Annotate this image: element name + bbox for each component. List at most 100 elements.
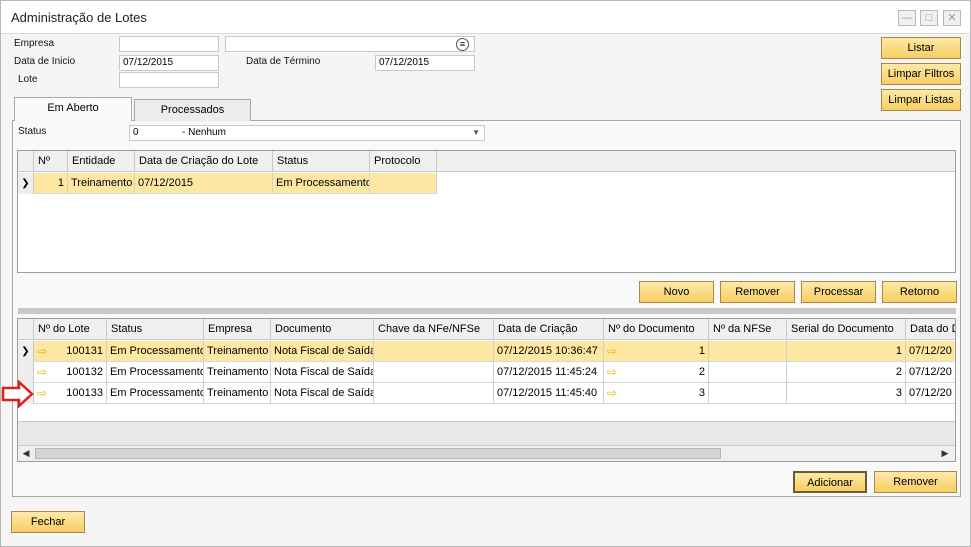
col-empresa[interactable]: Empresa [204,319,271,340]
tab-em-aberto[interactable]: Em Aberto [14,97,132,121]
cell-numero: 1 [34,173,68,194]
col-documento[interactable]: Documento [271,319,374,340]
data-inicio-label: Data de Inicio [14,56,76,67]
link-arrow-icon[interactable]: ⇨ [607,365,617,379]
status-select[interactable]: 0 - Nenhum ▼ [129,125,485,141]
remover-documento-button[interactable]: Remover [874,471,957,493]
scroll-right-icon[interactable]: ▶ [939,447,951,460]
cell-value: 2 [698,366,705,378]
col-data-criacao[interactable]: Data de Criação [494,319,604,340]
col-serial-documento[interactable]: Serial do Documento [787,319,906,340]
cell-numero-nfse [709,362,787,383]
cell-empresa: Treinamento [204,341,271,362]
remover-lote-button[interactable]: Remover [720,281,795,303]
documentos-grid: Nº do Lote Status Empresa Documento Chav… [17,318,956,462]
table-row[interactable]: ⇨ 100133 Em Processamento Treinamento Not… [18,383,955,404]
cell-numero-lote: ⇨ 100132 [34,362,107,383]
tab-processados[interactable]: Processados [134,99,251,121]
cell-value: 100132 [66,366,103,378]
list-icon[interactable]: ≡ [456,38,469,51]
col-numero-lote[interactable]: Nº do Lote [34,319,107,340]
status-label: Status [18,126,47,137]
link-arrow-icon[interactable]: ⇨ [37,365,47,379]
row-selector-icon[interactable]: ❯ [18,341,34,362]
cell-chave-nfe [374,362,494,383]
red-pointer-arrow-icon [1,380,34,408]
table-row[interactable]: ⇨ 100132 Em Processamento Treinamento Not… [18,362,955,383]
col-status[interactable]: Status [107,319,204,340]
cell-serial-documento: 1 [787,341,906,362]
cell-status: Em Processamento [107,362,204,383]
col-entidade[interactable]: Entidade [68,151,135,172]
maximize-button[interactable]: □ [920,10,938,26]
cell-numero-documento: ⇨ 3 [604,383,709,404]
cell-numero-lote: ⇨ 100133 [34,383,107,404]
chevron-down-icon: ▼ [472,128,480,137]
link-arrow-icon[interactable]: ⇨ [607,386,617,400]
link-arrow-icon[interactable]: ⇨ [37,344,47,358]
row-header-corner [18,151,34,172]
empresa-name-field[interactable] [225,36,475,52]
close-button[interactable]: ✕ [943,10,961,26]
minimize-button[interactable]: — [898,10,916,26]
col-protocolo[interactable]: Protocolo [370,151,437,172]
adicionar-button[interactable]: Adicionar [793,471,867,493]
col-chave-nfe[interactable]: Chave da NFe/NFSe [374,319,494,340]
scroll-left-icon[interactable]: ◀ [20,447,32,460]
cell-documento: Nota Fiscal de Saída [271,383,374,404]
batch-admin-window: Administração de Lotes — □ ✕ Empresa ≡ D… [0,0,971,547]
col-data-documento[interactable]: Data do D [906,319,955,340]
grid-empty-area [18,421,955,445]
cell-documento: Nota Fiscal de Saída [271,362,374,383]
data-termino-label: Data de Término [246,56,321,67]
cell-value: 3 [698,387,705,399]
limpar-listas-button[interactable]: Limpar Listas [881,89,961,111]
cell-data-documento: 07/12/20 [906,341,955,362]
cell-numero-nfse [709,341,787,362]
cell-data-criacao: 07/12/2015 [135,173,273,194]
table-row[interactable]: ❯ 1 Treinamento 07/12/2015 Em Processame… [18,173,437,194]
link-arrow-icon[interactable]: ⇨ [607,344,617,358]
lotes-grid-header: Nº Entidade Data de Criação do Lote Stat… [18,151,955,172]
link-arrow-icon[interactable]: ⇨ [37,386,47,400]
col-data-criacao-lote[interactable]: Data de Criação do Lote [135,151,273,172]
col-numero[interactable]: Nº [34,151,68,172]
cell-numero-documento: ⇨ 1 [604,341,709,362]
cell-numero-documento: ⇨ 2 [604,362,709,383]
cell-numero-lote: ⇨ 100131 [34,341,107,362]
scroll-thumb[interactable] [35,448,721,459]
horizontal-scrollbar[interactable]: ◀ ▶ [18,445,955,461]
status-code: 0 [133,127,139,138]
cell-data-criacao: 07/12/2015 11:45:24 [494,362,604,383]
status-text: - Nenhum [182,127,226,138]
retorno-button[interactable]: Retorno [882,281,957,303]
table-row[interactable]: ❯ ⇨ 100131 Em Processamento Treinamento N… [18,341,955,362]
cell-status: Em Processamento [107,341,204,362]
col-status[interactable]: Status [273,151,370,172]
processar-button[interactable]: Processar [801,281,876,303]
splitter[interactable] [18,308,956,314]
fechar-button[interactable]: Fechar [11,511,85,533]
col-numero-documento[interactable]: Nº do Documento [604,319,709,340]
cell-data-documento: 07/12/20 [906,383,955,404]
data-termino-field[interactable]: 07/12/2015 [375,55,475,71]
cell-chave-nfe [374,383,494,404]
limpar-filtros-button[interactable]: Limpar Filtros [881,63,961,85]
data-inicio-field[interactable]: 07/12/2015 [119,55,219,71]
cell-numero-nfse [709,383,787,404]
cell-value: 100131 [66,345,103,357]
cell-data-criacao: 07/12/2015 11:45:40 [494,383,604,404]
cell-documento: Nota Fiscal de Saída [271,341,374,362]
listar-button[interactable]: Listar [881,37,961,59]
novo-button[interactable]: Novo [639,281,714,303]
cell-empresa: Treinamento [204,383,271,404]
cell-empresa: Treinamento [204,362,271,383]
lotes-grid: Nº Entidade Data de Criação do Lote Stat… [17,150,956,273]
empresa-label: Empresa [14,38,55,49]
lote-field[interactable] [119,72,219,88]
cell-status: Em Processamento [107,383,204,404]
col-numero-nfse[interactable]: Nº da NFSe [709,319,787,340]
empresa-code-field[interactable] [119,36,219,52]
row-selector-icon[interactable]: ❯ [18,173,34,194]
cell-serial-documento: 3 [787,383,906,404]
